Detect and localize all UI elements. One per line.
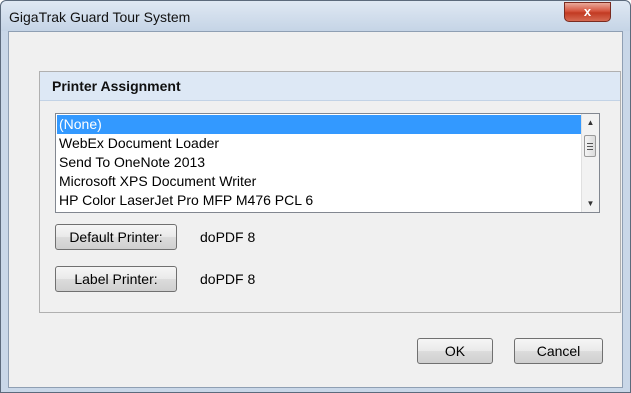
group-header: Printer Assignment [40, 72, 620, 101]
printer-list-item[interactable]: Microsoft XPS Document Writer [57, 172, 582, 191]
printer-list-item[interactable]: Send To OneNote 2013 [57, 153, 582, 172]
ok-button[interactable]: OK [417, 338, 493, 364]
cancel-button[interactable]: Cancel [514, 338, 603, 364]
default-printer-button[interactable]: Default Printer: [55, 224, 177, 250]
printer-list: (None) WebEx Document Loader Send To OneNo… [57, 115, 582, 210]
printer-assignment-group: Printer Assignment (None) WebEx Document … [39, 71, 621, 313]
dialog-client-area: Printer Assignment (None) WebEx Document … [8, 31, 623, 388]
close-button[interactable]: x [564, 2, 611, 22]
default-printer-value: doPDF 8 [200, 229, 256, 245]
printer-listbox[interactable]: (None) WebEx Document Loader Send To OneNo… [55, 113, 600, 213]
label-printer-button[interactable]: Label Printer: [55, 266, 177, 292]
window-title: GigaTrak Guard Tour System [9, 9, 191, 25]
label-printer-value: doPDF 8 [200, 271, 256, 287]
printer-list-item[interactable]: HP Color LaserJet Pro MFP M476 PCL 6 [57, 191, 582, 210]
dialog-window: GigaTrak Guard Tour System x Printer Ass… [0, 0, 631, 393]
printer-list-item[interactable]: WebEx Document Loader [57, 134, 582, 153]
scroll-thumb[interactable] [584, 135, 596, 157]
vertical-scrollbar[interactable]: ▲ ▼ [581, 114, 599, 212]
close-icon: x [583, 4, 592, 19]
title-bar[interactable]: GigaTrak Guard Tour System x [1, 1, 630, 31]
printer-list-item[interactable]: (None) [57, 115, 582, 134]
scroll-down-icon[interactable]: ▼ [582, 195, 599, 212]
group-title: Printer Assignment [52, 78, 181, 94]
scroll-up-icon[interactable]: ▲ [582, 114, 599, 131]
